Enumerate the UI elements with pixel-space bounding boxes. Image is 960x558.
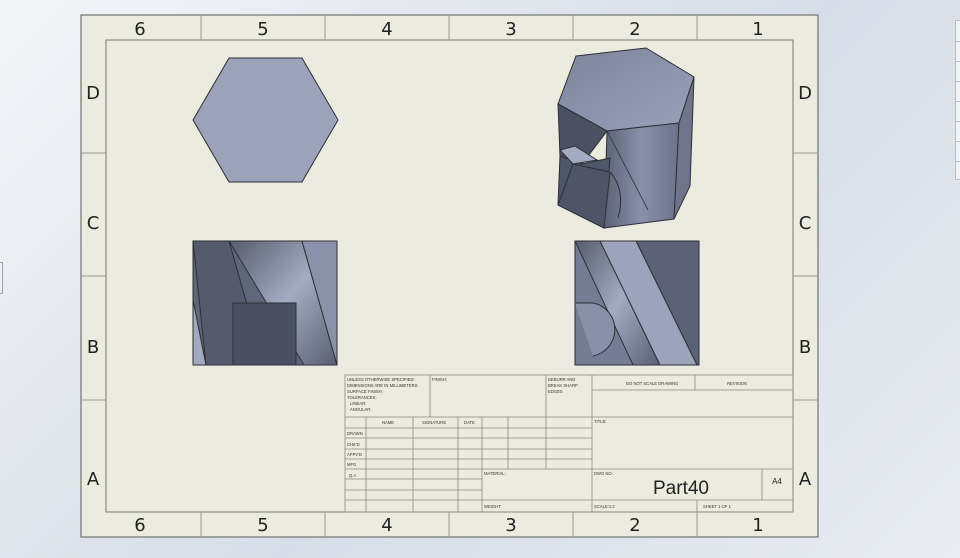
- deburr-note: EDGES: [548, 389, 563, 394]
- unless-note: SURFACE FINISH:: [347, 389, 383, 394]
- column-label-top: 6: [134, 19, 145, 40]
- sheet-size: A4: [772, 477, 782, 486]
- column-label-top: 1: [752, 19, 763, 40]
- row-label-checked: CHK'D: [347, 442, 360, 447]
- row-label-left: C: [87, 213, 100, 234]
- drawing-sheet[interactable]: 6 5 4 3 2 1 6 5 4 3 2 1 D C B A D C B A: [0, 0, 960, 558]
- revision-label: REVISION: [727, 381, 747, 386]
- row-label-right: A: [799, 469, 812, 490]
- dwg-no-label: DWG NO.: [594, 471, 613, 476]
- deburr-note: DEBURR AND: [548, 377, 575, 382]
- column-label-bottom: 1: [752, 515, 763, 536]
- do-not-scale-note: DO NOT SCALE DRAWING: [626, 381, 678, 386]
- column-label-top: 5: [257, 19, 268, 40]
- col-header-date: DATE: [464, 420, 475, 425]
- material-label: MATERIAL:: [484, 471, 506, 476]
- part-name: Part40: [653, 478, 709, 499]
- row-label-drawn: DRAWN: [347, 431, 363, 436]
- unless-note: DIMENSIONS ARE IN MILLIMETERS: [347, 383, 418, 388]
- isometric-view[interactable]: [557, 47, 695, 229]
- column-label-top: 3: [505, 19, 516, 40]
- right-view[interactable]: [574, 240, 700, 366]
- column-label-top: 4: [381, 19, 392, 40]
- title-label: TITLE:: [594, 419, 607, 424]
- unless-note: LINEAR:: [350, 401, 366, 406]
- row-label-mfg: MFG: [347, 462, 356, 467]
- column-label-top: 2: [629, 19, 640, 40]
- right-panel-edge[interactable]: [955, 20, 960, 180]
- unless-note: UNLESS OTHERWISE SPECIFIED:: [347, 377, 415, 382]
- bottom-view[interactable]: [192, 240, 338, 366]
- scale-label: SCALE:1:2: [594, 504, 615, 509]
- row-label-left: A: [87, 469, 100, 490]
- column-label-bottom: 5: [257, 515, 268, 536]
- row-label-right: C: [799, 213, 812, 234]
- column-label-bottom: 3: [505, 515, 516, 536]
- col-header-signature: SIGNATURE: [422, 420, 446, 425]
- row-label-qa: Q.A: [349, 473, 356, 478]
- left-panel-handle[interactable]: [0, 262, 3, 294]
- col-header-name: NAME: [382, 420, 394, 425]
- column-label-bottom: 6: [134, 515, 145, 536]
- column-label-bottom: 4: [381, 515, 392, 536]
- row-label-approved: APPV'D: [347, 452, 362, 457]
- unless-note: TOLERANCES:: [347, 395, 376, 400]
- sheet-number: SHEET 1 OF 1: [703, 504, 732, 509]
- row-label-right: B: [799, 337, 811, 358]
- row-label-right: D: [798, 83, 812, 104]
- weight-label: WEIGHT:: [484, 504, 501, 509]
- unless-note: ANGULAR:: [350, 407, 371, 412]
- row-label-left: B: [87, 337, 99, 358]
- row-label-left: D: [86, 83, 100, 104]
- finish-label: FINISH:: [432, 377, 447, 382]
- deburr-note: BREAK SHARP: [548, 383, 578, 388]
- drawing-viewport[interactable]: 6 5 4 3 2 1 6 5 4 3 2 1 D C B A D C B A: [0, 0, 960, 558]
- column-label-bottom: 2: [629, 515, 640, 536]
